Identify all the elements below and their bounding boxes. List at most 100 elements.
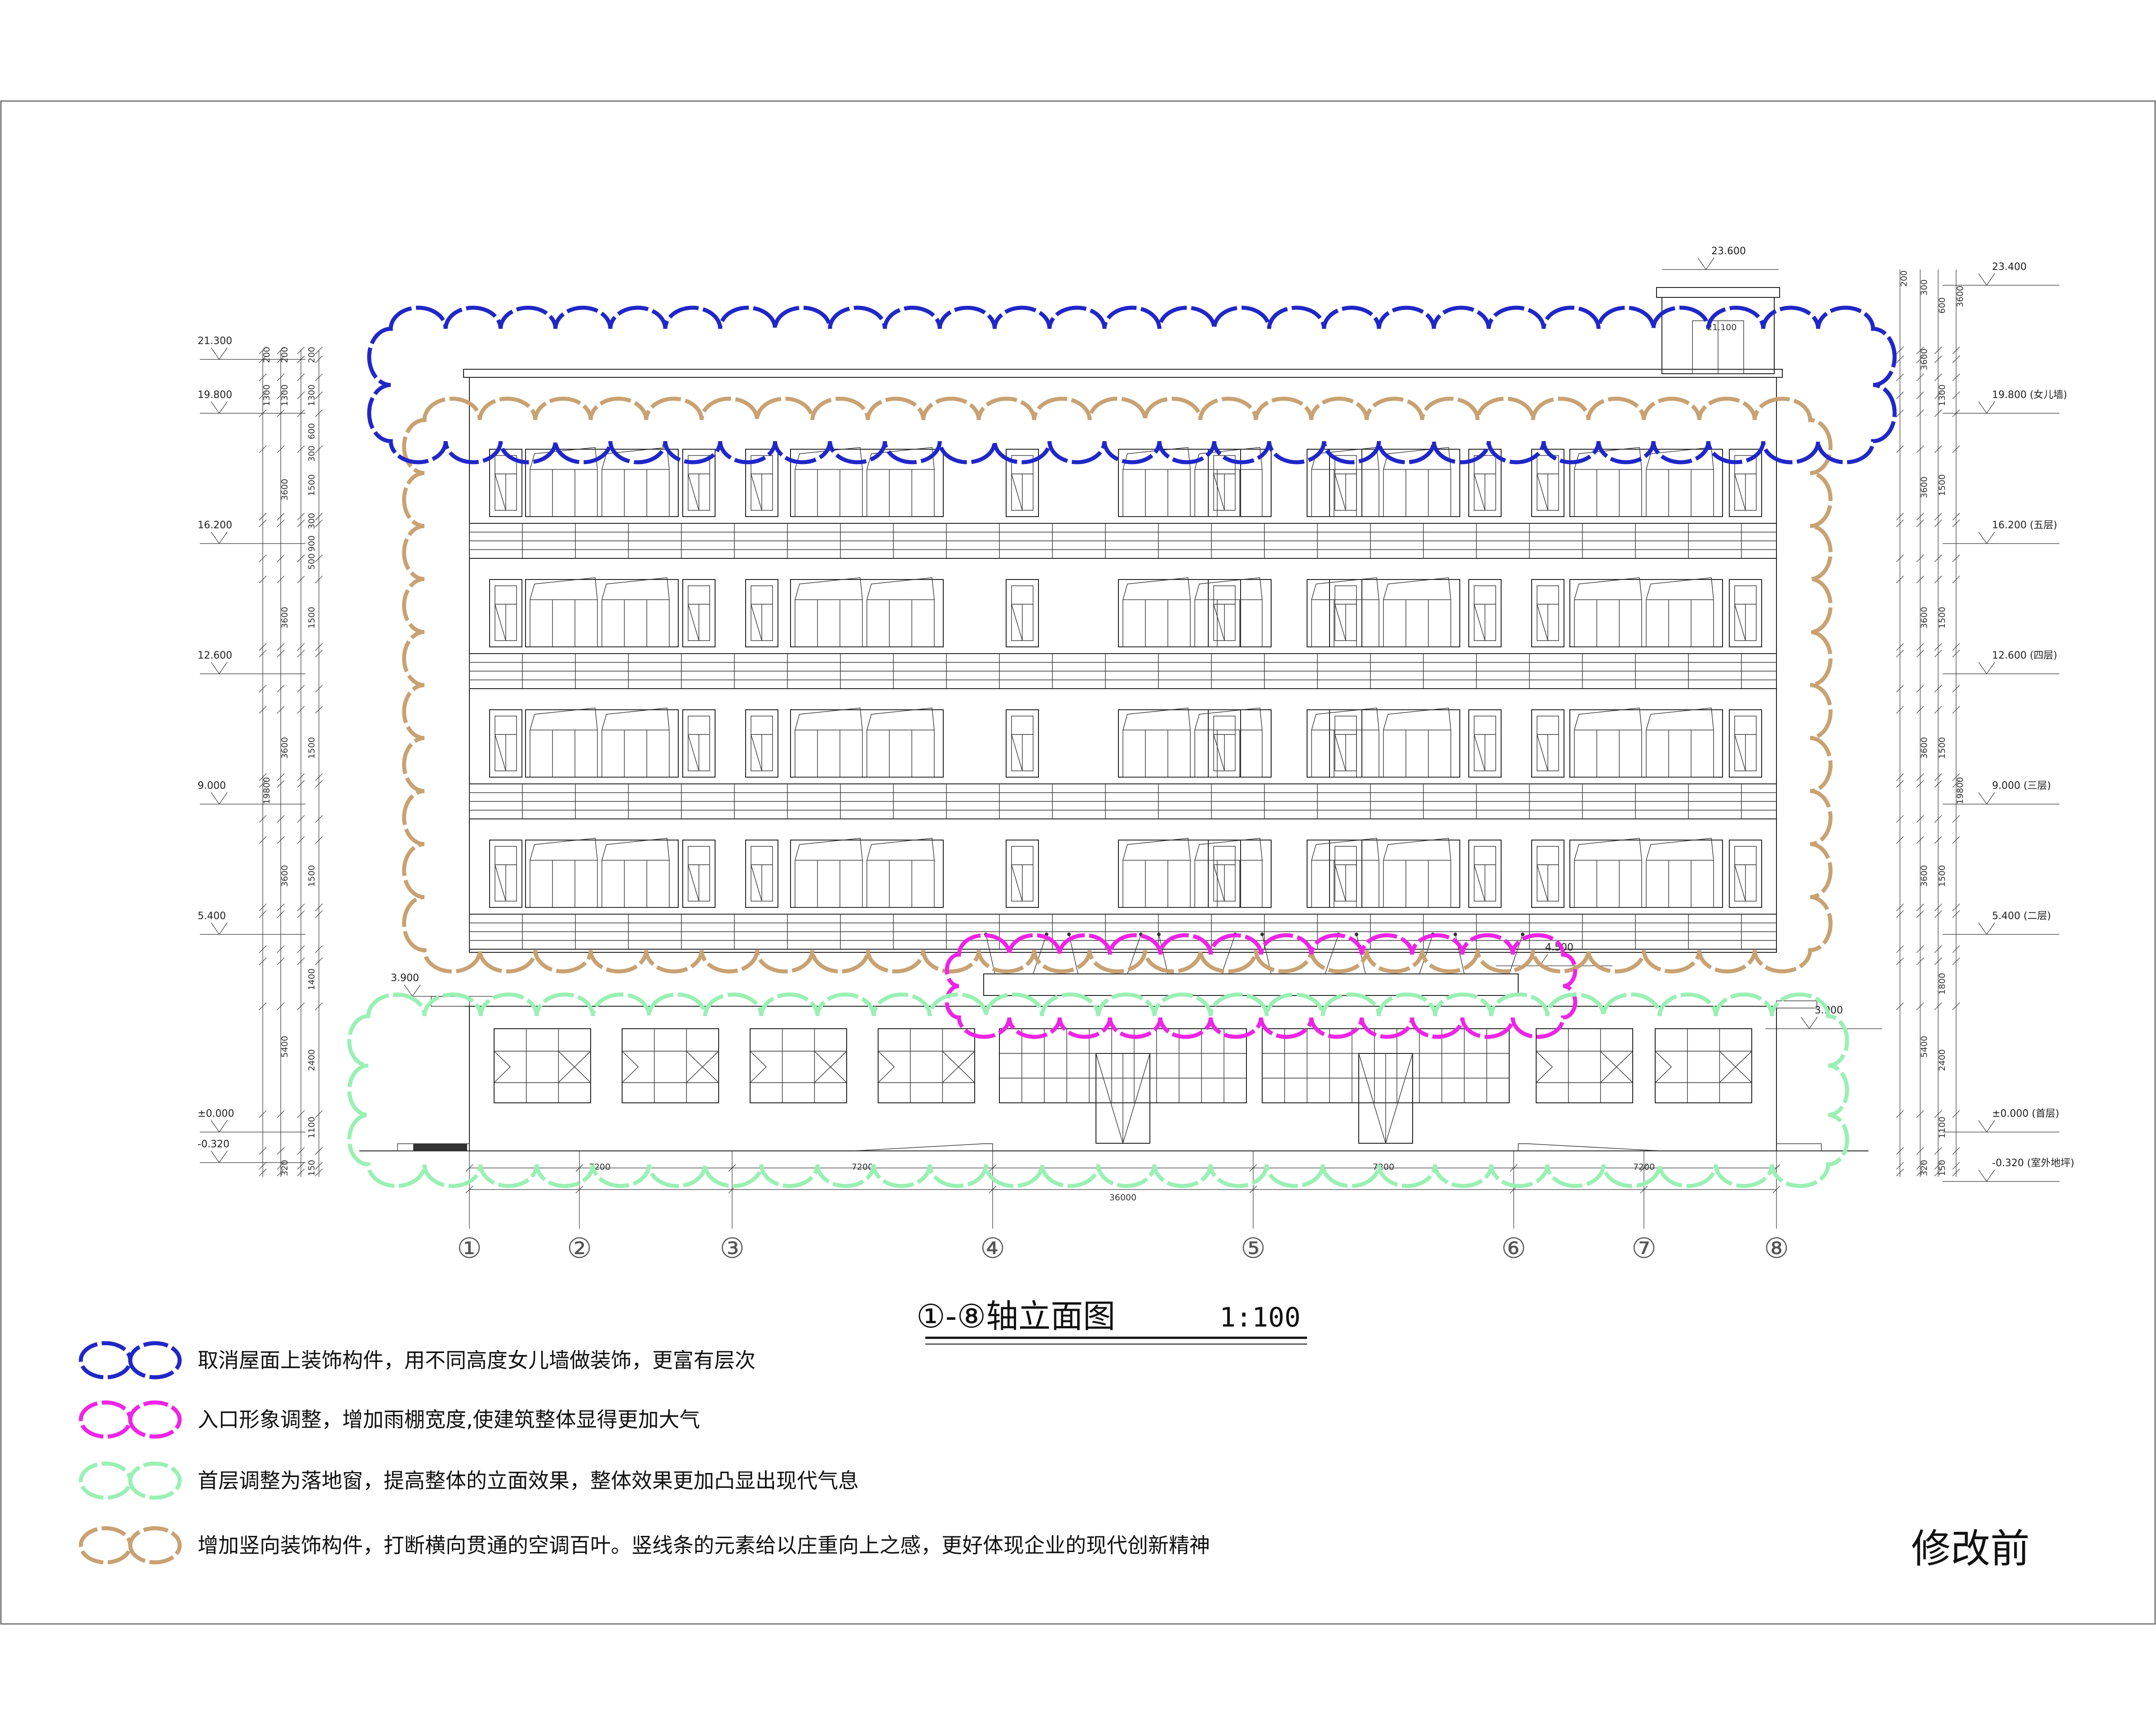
elevation-marker: -0.320 (室外地坪)	[1943, 1158, 2074, 1182]
small-window	[682, 840, 716, 908]
segment-dimension: 1100	[1937, 1117, 1947, 1138]
small-window	[1006, 709, 1039, 778]
balcony-window	[1569, 838, 1723, 908]
elevation-marker: 12.600 (四层)	[1943, 650, 2059, 675]
segment-dimension: 5400	[1919, 1036, 1929, 1057]
louvre-band	[469, 653, 1777, 689]
segment-dimension: 2400	[1937, 1049, 1947, 1071]
svg-text:⑤: ⑤	[1241, 1232, 1266, 1265]
segment-dimension: 3600	[1919, 607, 1929, 628]
balcony-window	[1118, 838, 1272, 908]
small-window	[1006, 579, 1039, 647]
svg-text:-0.320: -0.320	[198, 1139, 230, 1150]
svg-text:12.600 (四层): 12.600 (四层)	[1992, 650, 2057, 661]
svg-text:①: ①	[457, 1232, 482, 1265]
small-window	[1208, 579, 1241, 647]
segment-dimension: 3600	[1919, 865, 1929, 887]
legend-text: 首层调整为落地窗，提高整体的立面效果，整体效果更加凸显出现代气息	[198, 1468, 859, 1493]
segment-dimension: 900	[307, 535, 317, 552]
legend-cloud-swatch	[79, 1400, 182, 1439]
segment-dimension: 1500	[307, 474, 317, 496]
balcony-window	[1118, 447, 1272, 517]
balcony-window	[790, 447, 944, 517]
segment-dimension: 3600	[1955, 286, 1965, 307]
balcony-window	[790, 838, 944, 908]
segment-dimension: 5400	[280, 1036, 290, 1057]
segment-dimension: 600	[1937, 297, 1947, 314]
small-window	[1729, 840, 1762, 908]
ground-window	[878, 1028, 975, 1103]
small-window	[1531, 579, 1564, 647]
segment-dimension: 300	[1919, 279, 1929, 296]
small-window	[745, 709, 778, 778]
small-window	[489, 709, 522, 778]
bay-dimension: 7200	[852, 1162, 873, 1172]
segment-dimension: 1500	[1937, 607, 1947, 628]
balcony-window	[790, 708, 944, 778]
drawing-title: ①-⑧轴立面图	[916, 1297, 1115, 1335]
segment-dimension: 150	[307, 1160, 317, 1176]
legend-text: 增加竖向装饰构件，打断横向贯通的空调百叶。竖线条的元素给以庄重向上之感，更好体现…	[198, 1533, 1210, 1557]
svg-text:3.900: 3.900	[391, 973, 419, 984]
svg-text:12.600: 12.600	[198, 650, 232, 661]
legend-text: 取消屋面上装饰构件，用不同高度女儿墙做装饰，更富有层次	[198, 1348, 755, 1372]
elevation-marker: -0.320	[198, 1139, 305, 1163]
segment-dimension: 3600	[1919, 349, 1929, 370]
canopy-rod-anchor	[1067, 933, 1071, 936]
svg-text:5.400: 5.400	[198, 911, 226, 922]
segment-dimension: 3600	[280, 865, 290, 887]
segment-dimension: 200	[280, 347, 290, 363]
elevation-marker: 19.800 (女儿墙)	[1943, 389, 2067, 414]
elevation-marker: 5.400 (二层)	[1943, 911, 2059, 935]
svg-text:16.200: 16.200	[198, 520, 232, 531]
segment-dimension: 1500	[307, 737, 317, 759]
small-window	[1329, 709, 1362, 778]
svg-text:⑥: ⑥	[1501, 1232, 1526, 1265]
segment-dimension: 1500	[1937, 737, 1947, 759]
small-window	[1531, 840, 1564, 908]
small-window	[1468, 709, 1502, 778]
tan-revision-cloud	[402, 397, 1833, 973]
balcony-window	[1569, 708, 1723, 778]
canopy-rod-anchor	[1454, 933, 1457, 936]
segment-dimension: 3600	[280, 607, 290, 628]
elevation-marker: 3.900	[391, 973, 499, 997]
segment-dimension: 3600	[1919, 737, 1929, 759]
svg-text:19.800 (女儿墙): 19.800 (女儿墙)	[1992, 389, 2067, 401]
canopy-rod-anchor	[1157, 933, 1161, 936]
legend: 取消屋面上装饰构件，用不同高度女儿墙做装饰，更富有层次入口形象调整，增加雨棚宽度…	[79, 1341, 1210, 1565]
green-revision-cloud	[347, 992, 1849, 1188]
small-window	[1729, 709, 1762, 778]
elevation-drawing-sheet: 21.300 19.800 16.200 12.600 9.000 5.400 ±0.000…	[0, 100, 2156, 1625]
small-window	[1468, 840, 1502, 908]
svg-text:④: ④	[980, 1232, 1005, 1265]
ground-window	[494, 1028, 591, 1103]
segment-dimension: 600	[307, 423, 317, 439]
legend-cloud-swatch	[79, 1526, 182, 1565]
bay-dimension: 7200	[1373, 1162, 1394, 1172]
balcony-window	[1118, 577, 1272, 647]
svg-text:19.800: 19.800	[198, 389, 232, 401]
canopy-rod-anchor	[1260, 933, 1264, 936]
segment-dimension: 3600	[280, 479, 290, 500]
segment-dimension: 300	[307, 446, 317, 462]
svg-text:9.000: 9.000	[198, 780, 226, 792]
louvre-band	[469, 914, 1777, 950]
small-window	[489, 579, 522, 647]
segment-dimension: 1300	[307, 385, 317, 406]
small-window	[489, 840, 522, 908]
louvre-band	[469, 783, 1777, 819]
svg-text:③: ③	[720, 1232, 745, 1265]
segment-dimension: 500	[307, 553, 317, 570]
svg-text:23.400: 23.400	[1992, 261, 2027, 273]
balcony-window	[1118, 708, 1272, 778]
sheet-border	[0, 100, 2156, 1625]
segment-dimension: 150	[1937, 1160, 1947, 1176]
ground-window	[1536, 1028, 1633, 1103]
drawing-scale: 1:100	[1219, 1302, 1301, 1333]
svg-text:±0.000: ±0.000	[198, 1108, 234, 1119]
small-window	[1531, 709, 1564, 778]
segment-dimension: 1300	[280, 385, 290, 406]
elevation-marker: 16.200	[198, 520, 305, 544]
elevation-label: 21.100	[1707, 323, 1736, 332]
